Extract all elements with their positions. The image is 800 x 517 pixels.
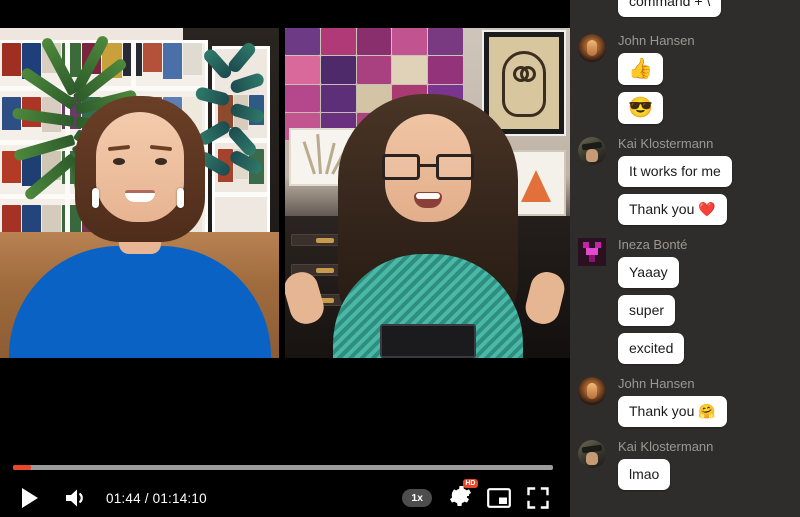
chat-bubble: Thank you 🤗 [618, 396, 727, 427]
chat-bubble: Yaaay [618, 257, 679, 288]
play-button[interactable] [8, 479, 52, 517]
video-player[interactable]: 01:44 / 01:14:10 1x HD [0, 0, 570, 517]
framed-art-large [482, 30, 566, 136]
seek-bar[interactable] [13, 465, 553, 470]
earbud-left [92, 188, 99, 208]
participant-tile-left[interactable] [0, 28, 279, 358]
volume-button[interactable] [56, 479, 96, 517]
settings-button[interactable]: HD [448, 478, 478, 513]
chat-bubble: Thank you ❤️ [618, 194, 727, 225]
chat-bubble-row: It works for me [612, 156, 792, 194]
eyeglasses [381, 154, 474, 180]
chat-bubble-row: 👍 [612, 53, 792, 92]
chat-group-body: Ineza Bonté Yaaay super excited [612, 234, 792, 371]
chat-bubble: lmao [618, 459, 671, 490]
miniplayer-button[interactable] [480, 479, 518, 517]
avatar-image [578, 238, 606, 266]
avatar-image [578, 377, 606, 405]
player-controls[interactable]: 01:44 / 01:14:10 1x HD [0, 457, 570, 517]
chat-bubble: It works for me [618, 156, 732, 187]
orange-shape [521, 170, 551, 202]
seek-bar-progress [13, 465, 31, 470]
chat-message-list[interactable]: John Hansen 👍 😎 Kai Klostermann It works for… [578, 30, 792, 497]
chat-bubble: 👍 [618, 53, 663, 85]
chat-bubble: command + \ [618, 0, 722, 17]
controls-row: 01:44 / 01:14:10 1x HD [0, 478, 570, 517]
chat-bubble-row: excited [612, 333, 792, 371]
ineza-avatar[interactable] [578, 238, 606, 266]
chat-author-name: John Hansen [618, 33, 695, 48]
chat-group-body: Kai Klostermann lmao [612, 436, 792, 497]
chat-author-name: John Hansen [618, 376, 695, 391]
chat-bubble-row: lmao [612, 459, 792, 497]
video-call-recording-app: 01:44 / 01:14:10 1x HD command + \ John … [0, 0, 800, 517]
hd-quality-badge: HD [462, 478, 478, 488]
chat-group-body: John Hansen 👍 😎 [612, 30, 792, 131]
laptop-device [379, 324, 476, 358]
chat-bubble: super [618, 295, 676, 326]
kai-avatar[interactable] [578, 440, 606, 468]
chat-message-group: Ineza Bonté Yaaay super excited [578, 234, 792, 371]
partial-message-top: command + \ [578, 0, 792, 24]
john-avatar[interactable] [578, 377, 606, 405]
chat-message-group: John Hansen Thank you 🤗 [578, 373, 792, 434]
video-stage[interactable] [0, 28, 570, 358]
chat-bubble: excited [618, 333, 685, 364]
chat-author-name: Kai Klostermann [618, 439, 714, 454]
participant-tile-right[interactable] [285, 28, 570, 358]
chat-bubble-row: Yaaay [612, 257, 792, 295]
left-person-smile [124, 190, 155, 202]
john-avatar[interactable] [578, 34, 606, 62]
chat-bubble-row: Thank you ❤️ [612, 194, 792, 232]
line-drawing [502, 51, 546, 117]
chat-sidebar[interactable]: command + \ John Hansen 👍 😎 Kai Klostermann… [570, 0, 800, 517]
chat-bubble: 😎 [618, 92, 663, 124]
time-display: 01:44 / 01:14:10 [106, 490, 207, 506]
chat-bubble-row: super [612, 295, 792, 333]
playback-speed-button[interactable]: 1x [402, 489, 432, 507]
chat-author-name: Kai Klostermann [618, 136, 714, 151]
avatar-image [578, 137, 606, 165]
kai-avatar[interactable] [578, 137, 606, 165]
fullscreen-button[interactable] [518, 479, 558, 517]
earbud-right [177, 188, 184, 208]
chat-bubble-row: 😎 [612, 92, 792, 131]
avatar-image [578, 34, 606, 62]
chat-message-group: Kai Klostermann It works for me Thank you … [578, 133, 792, 232]
chat-group-body: Kai Klostermann It works for me Thank you … [612, 133, 792, 232]
chat-message-group: John Hansen 👍 😎 [578, 30, 792, 131]
chat-bubble-row: Thank you 🤗 [612, 396, 792, 434]
chat-message-group: Kai Klostermann lmao [578, 436, 792, 497]
chat-author-name: Ineza Bonté [618, 237, 688, 252]
left-person-face [95, 112, 184, 222]
hanging-plant-right [194, 40, 273, 258]
avatar-image [578, 440, 606, 468]
chat-group-body: John Hansen Thank you 🤗 [612, 373, 792, 434]
